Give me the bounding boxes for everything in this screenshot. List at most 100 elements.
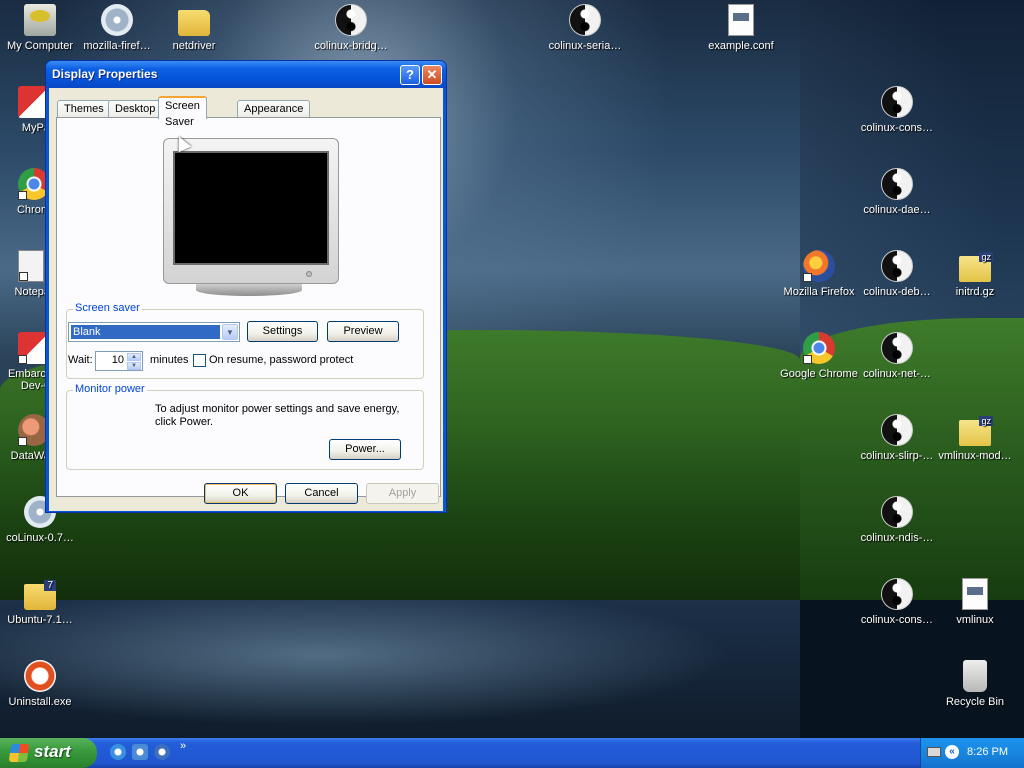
chevron-down-icon[interactable]: ▼ [222, 324, 238, 340]
internet-explorer-icon[interactable] [110, 744, 126, 760]
cancel-button[interactable]: Cancel [285, 483, 358, 504]
tab-appearance[interactable]: Appearance [237, 100, 311, 118]
desktop-icon-label: colinux-net-… [863, 368, 931, 380]
yin-yang-icon [881, 578, 913, 610]
password-protect-checkbox[interactable] [193, 354, 206, 367]
desktop-icon-colinux-console-1[interactable]: colinux-cons… [857, 86, 937, 134]
quick-launch-app-icon[interactable] [132, 744, 148, 760]
desktop-icon-mypa[interactable]: MyPa [0, 86, 50, 134]
tab-themes[interactable]: Themes [57, 100, 111, 118]
wait-label: Wait: [68, 354, 93, 366]
desktop-icon-embarcadero-devcpp[interactable]: Embarca Dev-C [0, 332, 52, 392]
windows-logo-icon [8, 744, 30, 762]
apply-button[interactable]: Apply [366, 483, 439, 504]
desktop-icon-vmlinux-modules[interactable]: vmlinux-mod… [935, 414, 1015, 462]
screen-saver-panel: Screen saver Blank ▼ Settings Preview Wa… [56, 117, 441, 497]
desktop-icon-label: initrd.gz [955, 286, 995, 298]
desktop-icon-label: example.conf [708, 40, 774, 52]
desktop-icon-google-chrome[interactable]: Google Chrome [779, 332, 859, 380]
help-button[interactable]: ? [400, 65, 420, 85]
desktop-icon-label: mozilla-firef… [83, 40, 151, 52]
monitor-power-description: To adjust monitor power settings and sav… [155, 403, 400, 428]
desktop-icon-netdriver[interactable]: netdriver [154, 4, 234, 52]
desktop-icon-vmlinux[interactable]: vmlinux [935, 578, 1015, 626]
recycle-bin-icon [963, 660, 987, 692]
quick-launch-more-icon[interactable]: » [180, 740, 186, 752]
close-button[interactable]: ✕ [422, 65, 442, 85]
desktop-icon-colinux-bridged[interactable]: colinux-bridg… [311, 4, 391, 52]
wait-value: 10 [111, 354, 124, 366]
desktop-icon-label: Chrom [16, 204, 50, 216]
tab-screen-saver[interactable]: Screen Saver [158, 96, 207, 128]
system-tray: « 8:26 PM [920, 738, 1024, 768]
start-label: start [34, 742, 71, 761]
dialog-titlebar[interactable]: Display Properties ? ✕ [46, 61, 446, 88]
desktop-icon-my-computer[interactable]: My Computer [0, 4, 80, 52]
monitor-power-group-label: Monitor power [73, 383, 147, 395]
firefox-icon [803, 250, 835, 282]
desktop-icon-mozilla-firefox[interactable]: Mozilla Firefox [779, 250, 859, 298]
desktop-icon-colinux-daemon[interactable]: colinux-dae… [857, 168, 937, 216]
archive-icon [24, 580, 56, 610]
yin-yang-icon [881, 332, 913, 364]
desktop-icon-colinux-serial[interactable]: colinux-seria… [545, 4, 625, 52]
file-icon [962, 578, 988, 610]
notepad-icon [18, 250, 44, 282]
monitor-power-led [306, 271, 312, 277]
desktop-icon-mozilla-firefox-setup[interactable]: mozilla-firef… [77, 4, 157, 52]
preview-button[interactable]: Preview [327, 321, 399, 342]
folder-icon [178, 10, 210, 36]
desktop-icon-colinux-ndis[interactable]: colinux-ndis-… [857, 496, 937, 544]
spin-down-icon[interactable]: ▼ [127, 362, 141, 370]
minutes-label: minutes [150, 354, 189, 366]
media-player-icon[interactable] [154, 744, 170, 760]
desktop-icon-uninstall[interactable]: Uninstall.exe [0, 660, 80, 708]
power-button[interactable]: Power... [329, 439, 401, 460]
screen-saver-selected: Blank [70, 324, 221, 340]
desktop-icon-colinux-net[interactable]: colinux-net-… [857, 332, 937, 380]
yin-yang-icon [881, 86, 913, 118]
desktop-icon-ubuntu-archive[interactable]: Ubuntu-7.1… [0, 578, 80, 626]
desktop-icon-colinux-slirp[interactable]: colinux-slirp-… [857, 414, 937, 462]
screen-saver-select[interactable]: Blank ▼ [68, 322, 240, 342]
desktop-icon-colinux-debug[interactable]: colinux-deb… [857, 250, 937, 298]
tray-expand-icon[interactable]: « [945, 745, 959, 759]
monitor-stand [196, 284, 302, 296]
desktop-icon-label: Ubuntu-7.1… [7, 614, 73, 626]
desktop-icon-label: Uninstall.exe [8, 696, 72, 708]
monitor-power-group: Monitor power To adjust monitor power se… [66, 383, 424, 470]
desktop-icon-label: DataWa [10, 450, 50, 462]
ok-button[interactable]: OK [204, 483, 277, 504]
desktop-icon-label: MyPa [21, 122, 50, 134]
desktop-icon-label: colinux-ndis-… [860, 532, 934, 544]
gz-archive-icon [959, 416, 994, 446]
wait-minutes-spinner[interactable]: 10 ▲ ▼ [95, 351, 143, 371]
chrome-icon [803, 332, 835, 364]
desktop-icon-chrome-left[interactable]: Chrom [0, 168, 50, 216]
desktop-icon-label: vmlinux [956, 614, 994, 626]
desktop-icon-label: colinux-deb… [863, 286, 931, 298]
tab-desktop[interactable]: Desktop [108, 100, 163, 118]
desktop-icon-example-conf[interactable]: example.conf [701, 4, 781, 52]
desktop-icon-label: colinux-cons… [860, 614, 934, 626]
desktop-icon-label: colinux-slirp-… [860, 450, 934, 462]
password-protect-label[interactable]: On resume, password protect [209, 354, 353, 366]
dialog-client-area: Themes Desktop Screen Saver Appearance S… [49, 88, 443, 511]
clock[interactable]: 8:26 PM [967, 746, 1008, 758]
desktop-icon-recycle-bin[interactable]: Recycle Bin [935, 660, 1015, 708]
desktop-icon-colinux-console-2[interactable]: colinux-cons… [857, 578, 937, 626]
desktop-icon-initrd-gz[interactable]: initrd.gz [935, 250, 1015, 298]
spin-up-icon[interactable]: ▲ [127, 353, 141, 361]
computer-icon [24, 4, 56, 36]
settings-button[interactable]: Settings [247, 321, 318, 342]
start-button[interactable]: start [0, 738, 97, 768]
desktop-icon-datawa[interactable]: DataWa [0, 414, 50, 462]
yin-yang-icon [335, 4, 367, 36]
gz-archive-icon [959, 252, 994, 282]
desktop-icon-label: Recycle Bin [945, 696, 1005, 708]
yin-yang-icon [881, 250, 913, 282]
desktop-icon-label: netdriver [172, 40, 216, 52]
yin-yang-icon [881, 168, 913, 200]
keyboard-icon[interactable] [927, 747, 941, 757]
desktop-icon-notepad[interactable]: Notepa [0, 250, 50, 298]
